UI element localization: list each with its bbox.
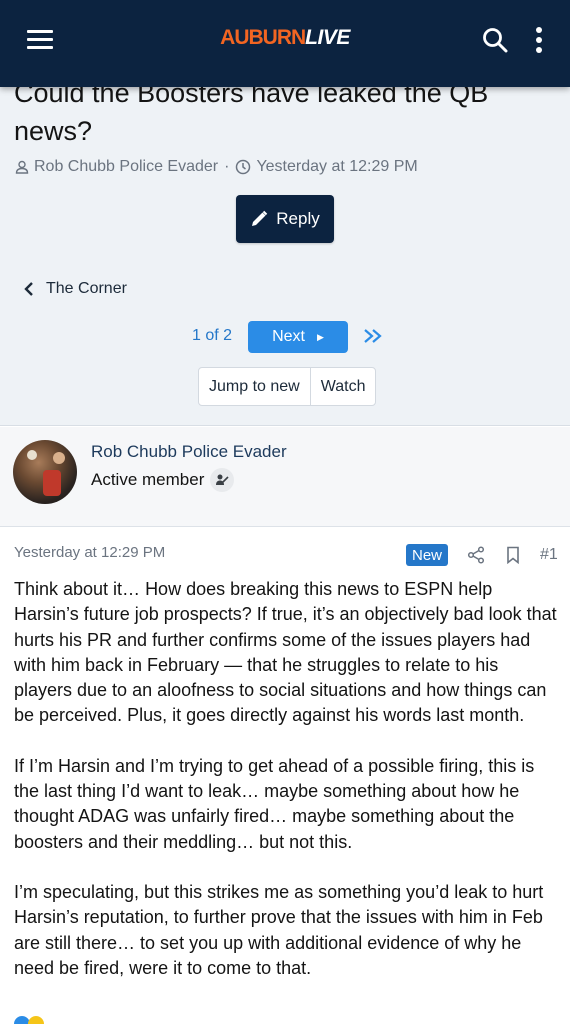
last-page-icon[interactable] bbox=[362, 326, 384, 346]
meta-separator: · bbox=[224, 158, 230, 175]
author-name[interactable]: Rob Chubb Police Evader bbox=[91, 442, 287, 462]
breadcrumb[interactable]: The Corner bbox=[24, 280, 127, 298]
reply-label: Reply bbox=[276, 209, 320, 228]
reply-button[interactable]: Reply bbox=[236, 195, 334, 243]
reactions-bar[interactable] bbox=[14, 1016, 54, 1024]
post-date[interactable]: Yesterday at 12:29 PM bbox=[14, 544, 165, 561]
user-icon bbox=[15, 160, 29, 174]
post-paragraph: Think about it… How does breaking this n… bbox=[14, 579, 557, 726]
pencil-icon bbox=[252, 210, 268, 226]
thread-author-link[interactable]: Rob Chubb Police Evader bbox=[34, 158, 218, 176]
jump-to-new-button[interactable]: Jump to new bbox=[199, 368, 310, 405]
bookmark-icon[interactable] bbox=[505, 546, 521, 564]
watch-button[interactable]: Watch bbox=[309, 368, 376, 405]
thread-actions: Jump to new Watch bbox=[198, 367, 377, 406]
clock-icon bbox=[236, 159, 251, 175]
next-label: Next bbox=[272, 328, 305, 345]
search-icon[interactable] bbox=[482, 27, 508, 53]
thread-meta: Rob Chubb Police Evader · Yesterday at 1… bbox=[15, 158, 418, 176]
next-page-button[interactable]: Next ▶ bbox=[248, 321, 348, 353]
user-badge-icon bbox=[210, 468, 235, 492]
emoji-reaction-icon bbox=[28, 1016, 44, 1024]
new-badge: New bbox=[406, 544, 448, 566]
post-number[interactable]: #1 bbox=[540, 546, 558, 564]
more-options-icon[interactable] bbox=[533, 26, 545, 54]
post-body: Think about it… How does breaking this n… bbox=[14, 577, 560, 1006]
author-role: Active member bbox=[91, 470, 205, 489]
post-paragraph: If I’m Harsin and I’m trying to get ahea… bbox=[14, 755, 535, 852]
breadcrumb-forum: The Corner bbox=[46, 280, 127, 297]
page-indicator[interactable]: 1 of 2 bbox=[192, 327, 232, 345]
caret-right-icon: ▶ bbox=[316, 331, 324, 342]
author-title: Active member bbox=[91, 468, 235, 492]
post-paragraph: I’m speculating, but this strikes me as … bbox=[14, 881, 544, 978]
post-author: Rob Chubb Police Evader Active member bbox=[0, 427, 570, 527]
top-navbar: AUBURNLIVE bbox=[0, 0, 570, 87]
chevron-left-icon bbox=[24, 282, 33, 296]
share-icon[interactable] bbox=[467, 546, 485, 564]
thread-timestamp[interactable]: Yesterday at 12:29 PM bbox=[256, 158, 417, 176]
avatar[interactable] bbox=[13, 440, 77, 504]
